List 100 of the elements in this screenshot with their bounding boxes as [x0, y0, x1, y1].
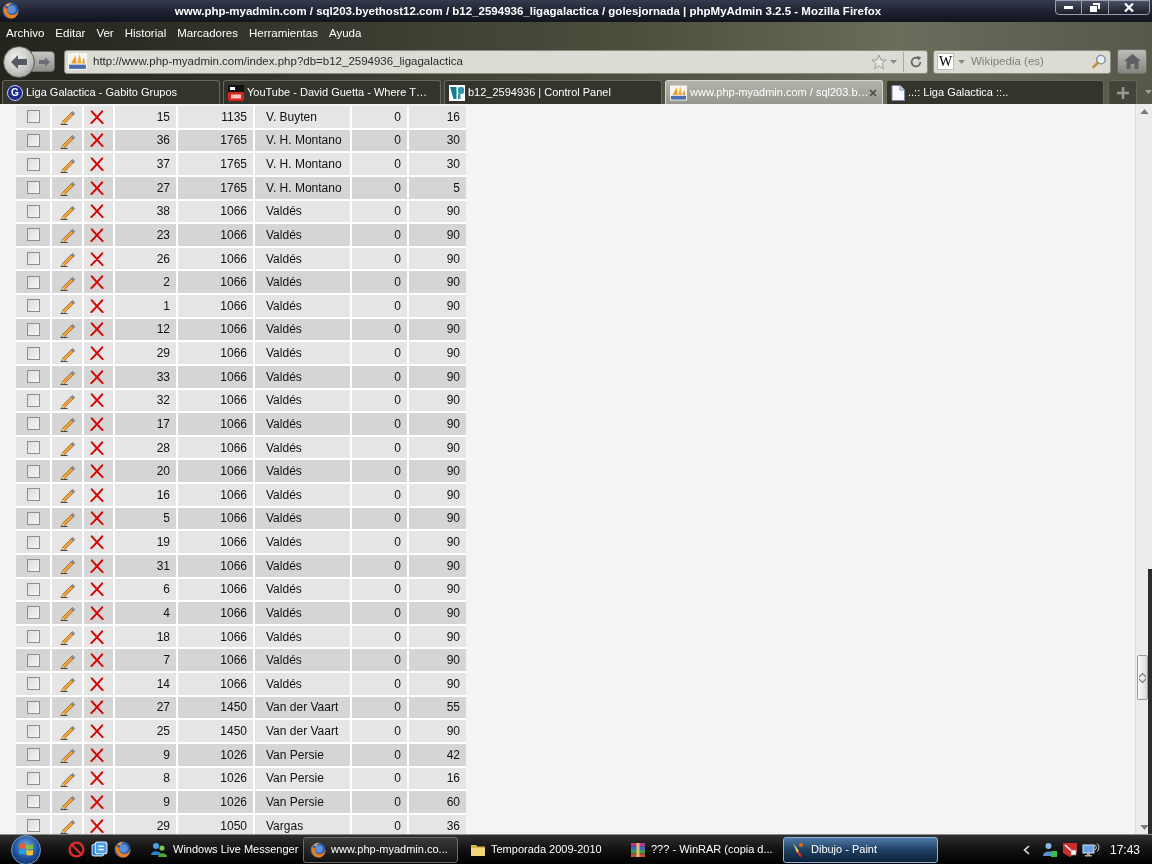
menu-item[interactable]: Editar [55, 27, 86, 40]
cross-icon[interactable] [90, 369, 104, 384]
forward-button[interactable] [31, 51, 55, 72]
cross-icon[interactable] [90, 511, 104, 526]
browser-tab[interactable]: b12_2594936 | Control Panel [444, 80, 662, 104]
cross-icon[interactable] [90, 535, 104, 550]
close-icon[interactable] [868, 88, 877, 97]
firefox-icon[interactable] [114, 841, 131, 858]
pencil-icon[interactable] [58, 226, 76, 244]
cross-icon[interactable] [90, 700, 104, 715]
row-checkbox[interactable] [26, 157, 40, 171]
row-checkbox[interactable] [26, 299, 40, 313]
pencil-icon[interactable] [58, 179, 76, 197]
cross-icon[interactable] [90, 322, 104, 337]
taskbar-button[interactable]: Dibujo - Paint [783, 836, 938, 863]
star-icon[interactable] [871, 53, 887, 70]
row-checkbox[interactable] [26, 275, 40, 289]
address-bar[interactable]: http://www.php-myadmin.com/index.php?db=b12_2594936_ligagalactica [64, 49, 928, 74]
cross-icon[interactable] [90, 298, 104, 313]
pencil-icon[interactable] [58, 746, 76, 764]
row-checkbox[interactable] [26, 370, 40, 384]
search-field[interactable]: Wikipedia (es) [971, 52, 1091, 71]
row-checkbox[interactable] [26, 511, 40, 525]
cross-icon[interactable] [90, 227, 104, 242]
cross-icon[interactable] [90, 416, 104, 431]
row-checkbox[interactable] [26, 677, 40, 691]
scroll-up-icon[interactable] [1139, 109, 1149, 114]
cross-icon[interactable] [90, 109, 104, 124]
pencil-icon[interactable] [58, 628, 76, 646]
menu-item[interactable]: Ayuda [328, 27, 362, 40]
row-checkbox[interactable] [26, 653, 40, 667]
pencil-icon[interactable] [58, 604, 76, 622]
row-checkbox[interactable] [26, 535, 40, 549]
cross-icon[interactable] [90, 180, 104, 195]
restore-button[interactable] [1082, 0, 1108, 15]
cross-icon[interactable] [90, 724, 104, 739]
search-icon[interactable] [1092, 54, 1107, 69]
cross-icon[interactable] [90, 157, 104, 172]
row-checkbox[interactable] [26, 417, 40, 431]
row-checkbox[interactable] [26, 133, 40, 147]
row-checkbox[interactable] [26, 346, 40, 360]
caret-icon[interactable] [1145, 90, 1152, 94]
cross-icon[interactable] [90, 251, 104, 266]
row-checkbox[interactable] [26, 181, 40, 195]
cross-icon[interactable] [90, 794, 104, 809]
clock[interactable]: 17:43 [1109, 843, 1140, 856]
prohibited-icon[interactable] [68, 841, 85, 858]
taskbar-button[interactable]: Windows Live Messenger [143, 836, 298, 863]
menu-item[interactable]: Ver [96, 27, 114, 40]
row-checkbox[interactable] [26, 724, 40, 738]
pencil-icon[interactable] [58, 817, 76, 834]
cross-icon[interactable] [90, 487, 104, 502]
taskbar-button[interactable]: ??? - WinRAR (copia d... [623, 836, 778, 863]
chevron-left-icon[interactable] [1022, 844, 1030, 855]
cross-icon[interactable] [90, 558, 104, 573]
pencil-icon[interactable] [58, 675, 76, 693]
stacked-windows-icon[interactable] [91, 841, 108, 858]
user-status-icon[interactable] [1041, 841, 1058, 858]
reload-icon[interactable] [909, 54, 923, 69]
scroll-thumb[interactable] [1137, 655, 1148, 700]
cross-icon[interactable] [90, 676, 104, 691]
cross-icon[interactable] [90, 747, 104, 762]
caret-icon[interactable] [890, 59, 897, 64]
row-checkbox[interactable] [26, 748, 40, 762]
cross-icon[interactable] [90, 204, 104, 219]
cross-icon[interactable] [90, 605, 104, 620]
browser-tab[interactable]: G Liga Galactica - Gabito Grupos [2, 80, 220, 104]
pencil-icon[interactable] [58, 250, 76, 268]
menu-item[interactable]: Marcadores [177, 27, 238, 40]
menu-item[interactable]: Historial [124, 27, 167, 40]
start-button[interactable] [11, 834, 41, 864]
row-checkbox[interactable] [26, 441, 40, 455]
row-checkbox[interactable] [26, 228, 40, 242]
pencil-icon[interactable] [58, 297, 76, 315]
shield-icon[interactable] [1061, 841, 1078, 858]
row-checkbox[interactable] [26, 559, 40, 573]
cross-icon[interactable] [90, 393, 104, 408]
row-checkbox[interactable] [26, 630, 40, 644]
network-icon[interactable] [1081, 841, 1100, 858]
row-checkbox[interactable] [26, 322, 40, 336]
new-tab-button[interactable] [1108, 80, 1137, 104]
pencil-icon[interactable] [58, 557, 76, 575]
cross-icon[interactable] [90, 771, 104, 786]
browser-tab[interactable]: ..:: Liga Galactica ::.. [886, 80, 1104, 104]
pencil-icon[interactable] [58, 415, 76, 433]
minimize-button[interactable] [1055, 0, 1082, 15]
pencil-icon[interactable] [58, 793, 76, 811]
pencil-icon[interactable] [58, 486, 76, 504]
row-checkbox[interactable] [26, 393, 40, 407]
row-checkbox[interactable] [26, 700, 40, 714]
row-checkbox[interactable] [26, 110, 40, 124]
row-checkbox[interactable] [26, 795, 40, 809]
scroll-down-icon[interactable] [1139, 825, 1149, 830]
row-checkbox[interactable] [26, 204, 40, 218]
cross-icon[interactable] [90, 275, 104, 290]
pencil-icon[interactable] [58, 439, 76, 457]
row-checkbox[interactable] [26, 488, 40, 502]
menu-item[interactable]: Herramientas [248, 27, 318, 40]
row-checkbox[interactable] [26, 464, 40, 478]
cross-icon[interactable] [90, 818, 104, 833]
